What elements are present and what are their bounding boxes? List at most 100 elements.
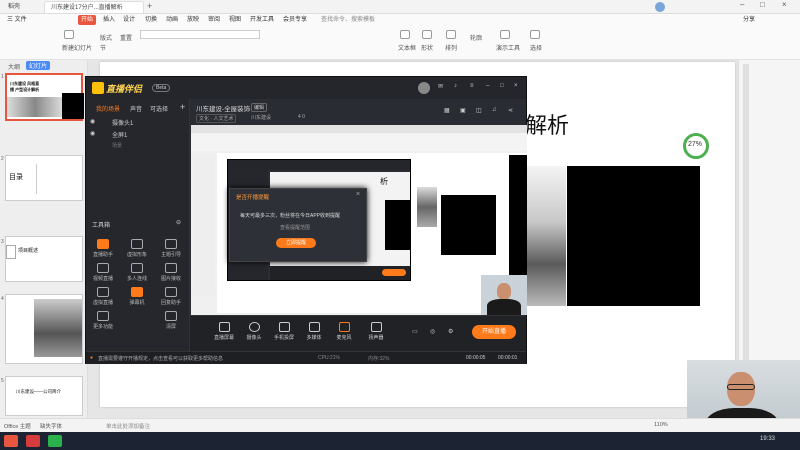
ribbon-outline[interactable]: 轮廓 [470,33,482,42]
tool-danmaku[interactable]: 弹幕机 [124,287,150,306]
dialog-link[interactable]: 查看提醒范围 [280,224,310,231]
media-button[interactable]: 多媒体 [300,322,328,341]
tool-clear[interactable]: 清屏 [158,311,184,330]
ribbon-select[interactable]: 选择 [530,43,542,52]
command-search[interactable]: 查找命令、搜索模板 [318,15,378,25]
remind-now-button[interactable]: 立即提醒 [276,238,316,248]
microphone-button[interactable]: 麦克风 [330,322,358,341]
minimize-icon[interactable]: – [740,0,744,9]
select-icon[interactable] [530,30,540,39]
eye-icon[interactable]: ◉ [90,130,95,137]
tool-image-receive[interactable]: 图片接收 [158,263,184,282]
menu-icon[interactable]: ≡ [470,83,474,89]
menu-insert[interactable]: 插入 [100,15,118,25]
avatar[interactable] [655,2,665,12]
tool-multi-connect[interactable]: 多人连线 [124,263,150,282]
ribbon-textbox[interactable]: 文本框 [398,43,416,52]
tool-more[interactable]: 更多功能 [90,311,116,330]
add-scene-icon[interactable]: + [180,102,185,112]
tab-my-scenes[interactable]: 我的场景 [96,104,120,113]
bell-icon[interactable]: ♪ [454,83,457,89]
share-icon[interactable]: ⋖ [508,107,513,114]
shape-icon[interactable] [422,30,432,39]
grid-icon[interactable]: ▦ [444,107,450,114]
wechat-icon[interactable] [48,435,62,447]
new-slide-icon[interactable] [64,30,74,39]
maximize-icon[interactable]: □ [760,0,765,9]
source-fullscreen[interactable]: 全屏1 [112,130,127,139]
tab-audio[interactable]: 声音 [130,104,142,113]
tab-home[interactable]: 稻壳 [2,1,26,13]
ribbon-arrange[interactable]: 排列 [445,43,457,52]
eye-icon[interactable]: ◎ [430,328,435,335]
menu-design[interactable]: 设计 [120,15,138,25]
source-camera[interactable]: 摄像头1 [112,118,133,127]
speaker-button[interactable]: 扬声器 [362,322,390,341]
bell-icon[interactable]: ♫ [492,107,497,113]
tab-outline[interactable]: 大纲 [8,62,20,71]
eye-icon[interactable]: ◉ [90,118,95,125]
arrange-icon[interactable] [446,30,456,39]
screen-button[interactable]: 直播屏幕 [210,322,238,341]
notes-placeholder[interactable]: 单击此处添加备注 [106,422,150,430]
menu-developer[interactable]: 开发工具 [247,15,277,25]
menu-animation[interactable]: 动画 [163,15,181,25]
start-icon[interactable] [4,435,18,447]
slide-thumb-3[interactable]: 项目概述 [5,236,83,282]
tab-optional[interactable]: 可选择 [150,104,168,113]
ribbon-presentation-tools[interactable]: 演示工具 [496,43,520,52]
menu-file[interactable]: 三 文件 [4,15,30,25]
tab-slides[interactable]: 幻灯片 [26,61,51,70]
tool-avatar[interactable]: 虚拟形象 [124,239,150,258]
user-avatar[interactable] [418,82,430,94]
settings-icon[interactable]: ⚙ [448,328,453,335]
slide-thumb-2[interactable]: 目录 [5,155,83,201]
phone-cast-button[interactable]: 手机投屏 [270,322,298,341]
edit-room-button[interactable]: 编辑 [251,103,268,112]
message-icon[interactable]: ✉ [438,83,443,90]
menu-view[interactable]: 视图 [226,15,244,25]
ribbon-new-slide[interactable]: 新建幻灯片 [62,43,92,52]
vertical-scrollbar[interactable] [743,64,749,364]
menu-transition[interactable]: 切换 [142,15,160,25]
status-notice[interactable]: 直播需要遵守开播规定，点击查看可以获取更多帮助信息 [98,355,223,362]
record-icon[interactable]: ▭ [412,328,418,335]
ribbon-layout[interactable]: 版式 [100,33,112,42]
menu-review[interactable]: 审阅 [205,15,223,25]
menu-slideshow[interactable]: 放映 [184,15,202,25]
maximize-icon[interactable]: □ [500,83,504,89]
ribbon-section[interactable]: 节 [100,43,106,52]
window-icon[interactable]: ◫ [476,107,482,114]
slide-thumb-5[interactable]: 川东建设——公司简介 [5,376,83,416]
close-icon[interactable]: × [514,83,518,89]
theme-name[interactable]: Office 主题 [4,422,31,430]
minimize-icon[interactable]: – [486,83,489,89]
menu-home[interactable]: 开始 [78,15,97,25]
go-live-button[interactable]: 开始直播 [472,325,516,339]
camera-button[interactable]: 摄像头 [240,322,268,341]
toolbox-collapse-icon[interactable]: ⊖ [176,219,181,226]
zoom-level[interactable]: 110% [654,422,668,428]
slide-thumb-4[interactable] [5,294,83,364]
dialog-close-icon[interactable]: × [356,191,360,198]
tool-theme[interactable]: 主题引导 [158,239,184,258]
tool-video-live[interactable]: 视频直播 [90,263,116,282]
tool-reply[interactable]: 回复助手 [158,287,184,306]
tab-document[interactable]: 川东建设17分户...直播解析 [44,1,144,13]
wps-icon[interactable] [26,435,40,447]
menu-member[interactable]: 会员专享 [280,15,310,25]
slide-thumb-1[interactable]: 川东建设 风格直播 户型设计解析 [5,73,84,121]
tool-virtual-live[interactable]: 虚拟直播 [90,287,116,306]
close-icon[interactable]: × [782,0,787,9]
ribbon-reset[interactable]: 重置 [120,33,132,42]
missing-fonts[interactable]: 缺失字体 [40,422,62,430]
lock-icon[interactable]: ▣ [460,107,466,114]
textbox-icon[interactable] [400,30,410,39]
presentation-tools-icon[interactable] [500,30,510,39]
new-tab-icon[interactable]: + [147,1,152,11]
tool-live-assistant[interactable]: 直播助手 [90,239,116,258]
ribbon-shape[interactable]: 形状 [421,43,433,52]
source-scene[interactable]: 场景 [112,142,122,149]
font-select[interactable] [140,30,260,39]
share-button[interactable]: 分享 [740,15,758,25]
